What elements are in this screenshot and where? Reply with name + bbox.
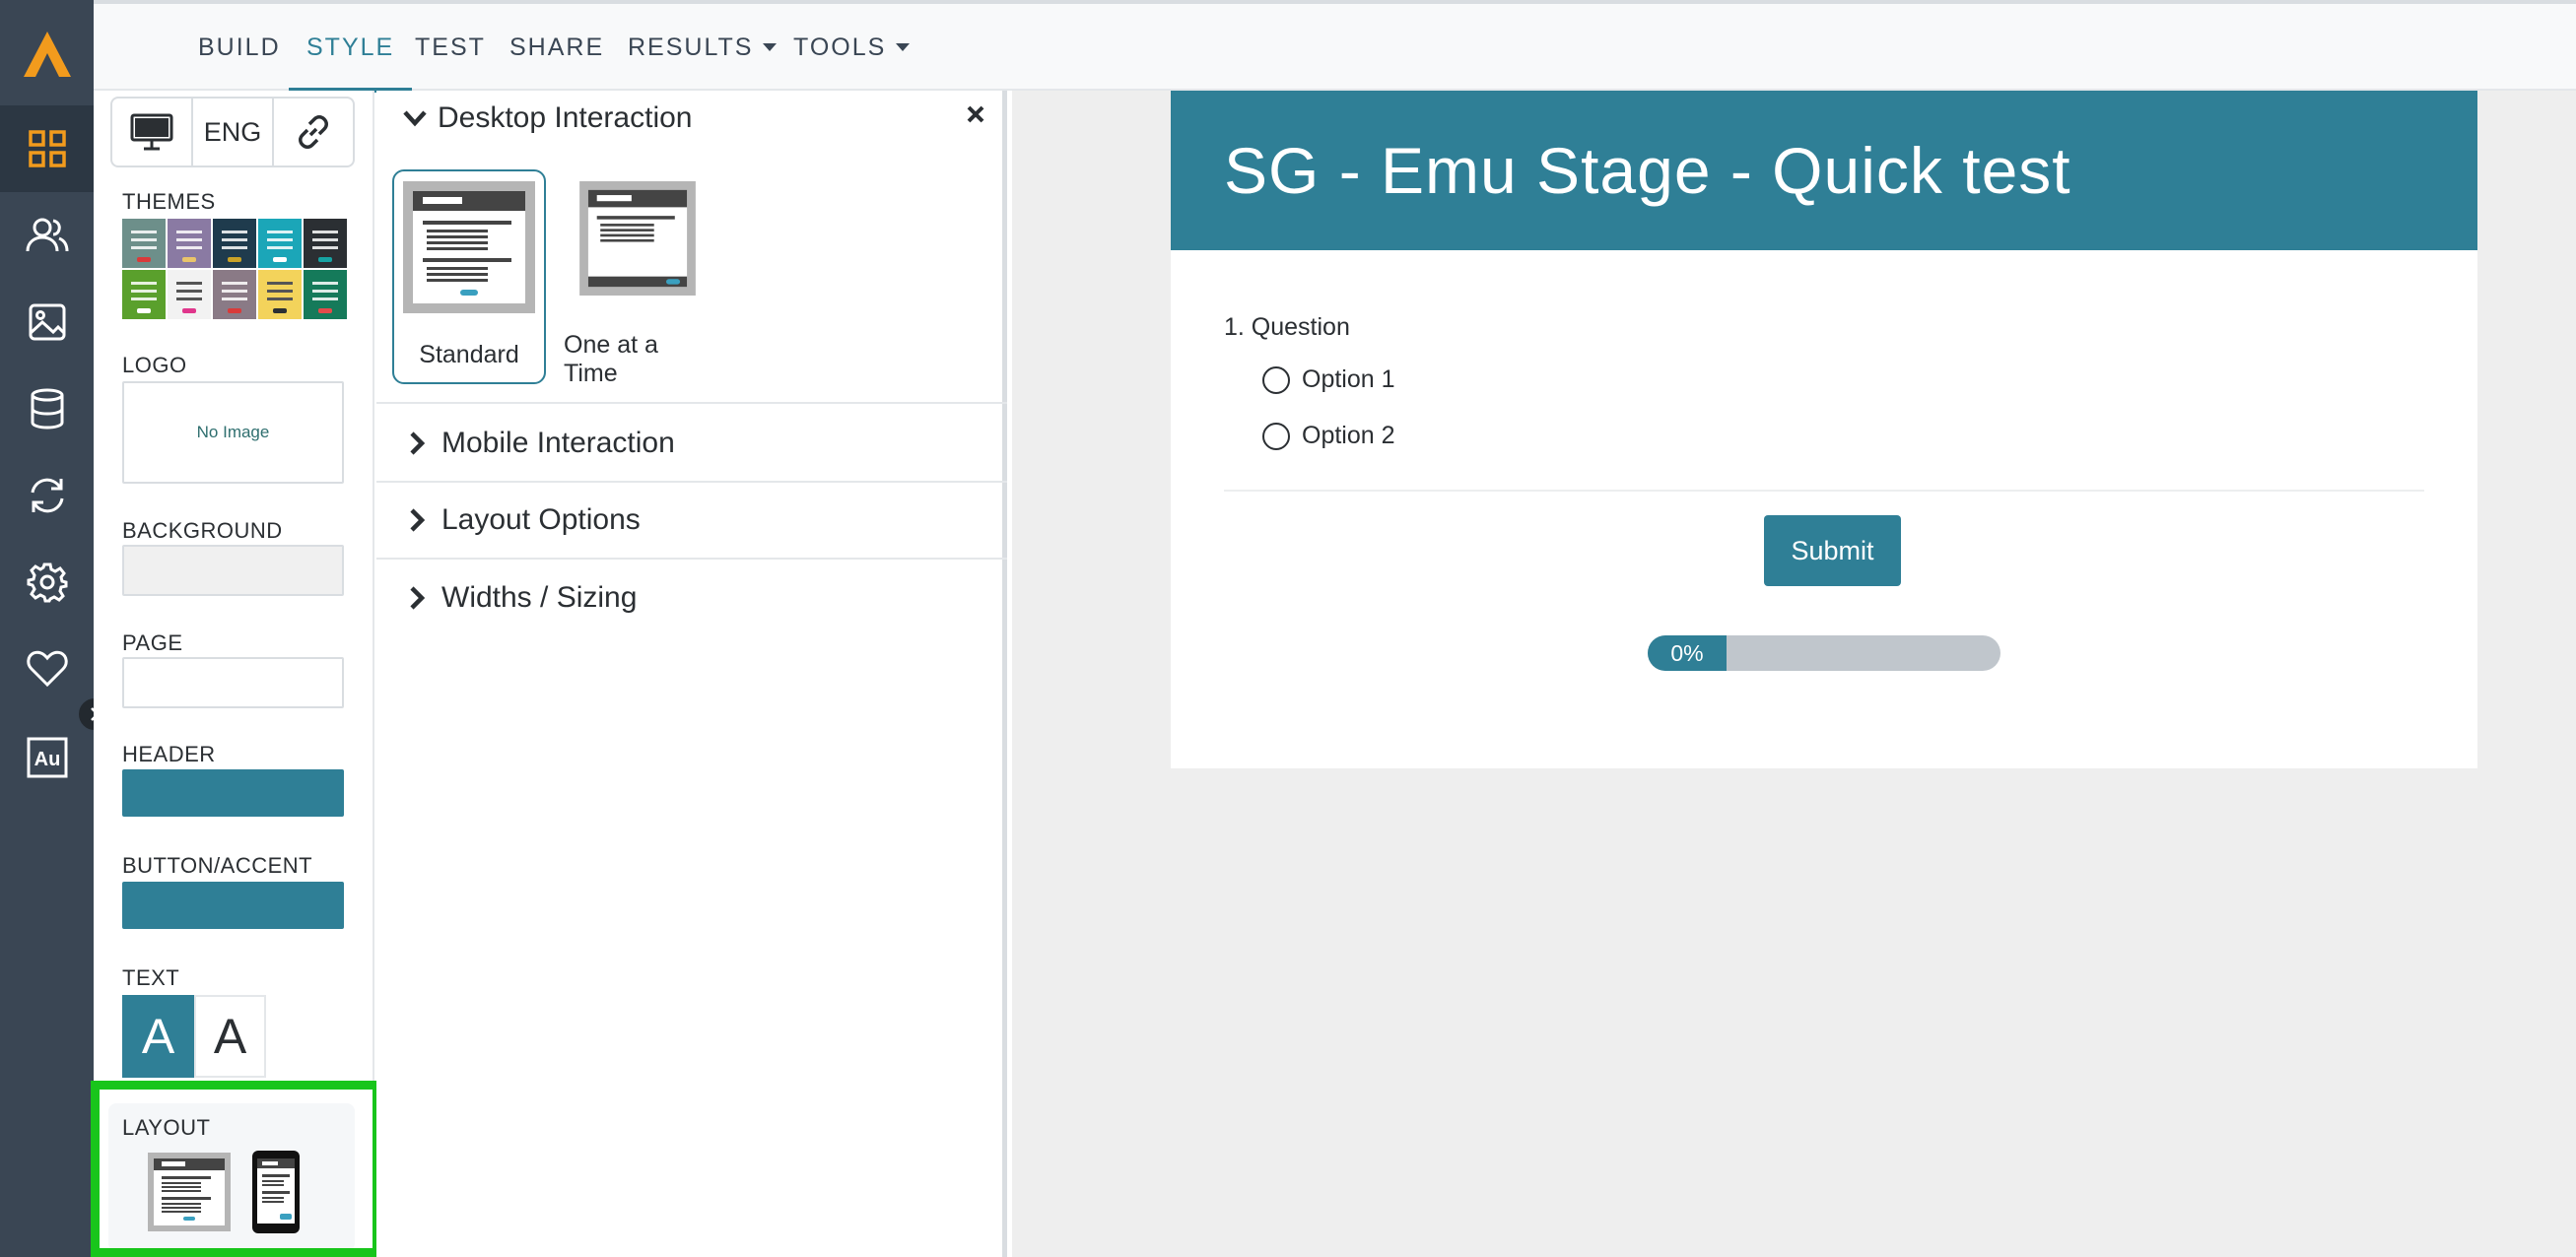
mobile-interaction-title: Mobile Interaction (441, 427, 675, 459)
desktop-interaction-header[interactable]: Desktop Interaction (402, 97, 692, 140)
desktop-interaction-title: Desktop Interaction (438, 101, 693, 134)
chevron-down-icon (403, 110, 427, 127)
heart-icon[interactable] (0, 626, 94, 712)
layout-options-header[interactable]: Layout Options (376, 483, 1007, 560)
page-label: PAGE (122, 630, 183, 655)
submit-label: Submit (1791, 535, 1874, 565)
tab-style-label: STYLE (306, 33, 395, 61)
tab-test-label: TEST (415, 33, 486, 61)
one-at-a-time-layout-option[interactable]: One at a Time (564, 181, 712, 388)
language-label: ENG (203, 116, 262, 147)
view-toggle-group: ENG (110, 97, 355, 167)
option-label: Option 2 (1302, 422, 1395, 449)
widths-sizing-title: Widths / Sizing (441, 581, 638, 614)
theme-swatch[interactable] (168, 219, 211, 268)
link-button[interactable] (274, 99, 353, 165)
chevron-right-icon (410, 431, 426, 455)
desktop-view-button[interactable] (112, 99, 193, 165)
text-dark-glyph: A (141, 1009, 175, 1064)
brand-logo-icon[interactable] (0, 0, 94, 108)
au-icon-text: Au (34, 749, 60, 770)
tab-results[interactable]: RESULTS (628, 4, 778, 91)
themes-grid[interactable] (122, 219, 347, 319)
mobile-interaction-header[interactable]: Mobile Interaction (376, 406, 1007, 483)
page-color-swatch[interactable] (122, 657, 344, 708)
survey-header: SG - Emu Stage - Quick test (1171, 91, 2477, 250)
language-button[interactable]: ENG (193, 99, 274, 165)
one-at-a-time-label: One at a Time (564, 331, 658, 387)
theme-swatch[interactable] (258, 219, 302, 268)
standard-layout-thumbnail (403, 181, 535, 313)
standard-layout-option[interactable]: Standard (392, 169, 546, 384)
chevron-right-icon (410, 586, 426, 610)
caret-down-icon (896, 43, 911, 51)
option-row[interactable]: Option 2 (1262, 422, 1395, 450)
survey-title: SG - Emu Stage - Quick test (1224, 134, 2071, 207)
sync-icon[interactable] (0, 452, 94, 539)
au-icon[interactable]: Au (0, 714, 94, 801)
theme-swatch[interactable] (304, 270, 347, 319)
desktop-interaction-section: Desktop Interaction Standard One at a Ti… (376, 91, 1007, 404)
button-accent-color-swatch[interactable] (122, 882, 344, 929)
image-icon[interactable] (0, 279, 94, 365)
option-label: Option 1 (1302, 365, 1395, 393)
tab-style[interactable]: STYLE (289, 4, 413, 93)
divider (1224, 490, 2424, 492)
tab-test[interactable]: TEST (415, 4, 486, 91)
background-color-swatch[interactable] (122, 545, 344, 596)
theme-swatch[interactable] (122, 219, 166, 268)
layout-options-title: Layout Options (441, 503, 641, 536)
radio-button[interactable] (1262, 422, 1290, 450)
layout-highlight-box (91, 1081, 381, 1257)
no-image-text: No Image (196, 423, 270, 441)
button-accent-label: BUTTON/ACCENT (122, 853, 313, 878)
tab-build-label: BUILD (198, 33, 281, 61)
progress-fill: 0% (1648, 635, 1727, 671)
left-rail: Au (0, 0, 112, 1257)
theme-swatch[interactable] (258, 270, 302, 319)
caret-down-icon (763, 43, 778, 51)
background-label: BACKGROUND (122, 518, 283, 543)
standard-label: Standard (419, 341, 519, 368)
tab-build[interactable]: BUILD (198, 4, 281, 91)
logo-label: LOGO (122, 353, 187, 377)
text-dark-button[interactable]: A (122, 995, 194, 1078)
text-light-button[interactable]: A (194, 995, 266, 1078)
close-icon[interactable] (966, 104, 985, 129)
theme-swatch[interactable] (304, 219, 347, 268)
option-row[interactable]: Option 1 (1262, 365, 1395, 394)
theme-swatch[interactable] (213, 270, 256, 319)
gear-icon[interactable] (0, 539, 94, 626)
link-icon (299, 115, 328, 149)
grid-icon[interactable] (0, 105, 94, 192)
monitor-icon (130, 113, 173, 151)
tab-share[interactable]: SHARE (509, 4, 604, 91)
chevron-right-icon (410, 508, 426, 532)
widths-sizing-header[interactable]: Widths / Sizing (376, 560, 1007, 636)
users-icon[interactable] (0, 192, 94, 279)
tab-tools[interactable]: TOOLS (793, 4, 911, 91)
themes-label: THEMES (122, 189, 216, 214)
progress-text: 0% (1670, 639, 1704, 666)
text-label: TEXT (122, 965, 180, 990)
database-icon[interactable] (0, 365, 94, 452)
logo-upload[interactable]: No Image (122, 381, 344, 484)
tab-results-label: RESULTS (628, 33, 754, 61)
theme-swatch[interactable] (213, 219, 256, 268)
header-label: HEADER (122, 742, 216, 766)
one-at-a-time-thumbnail (579, 181, 696, 296)
progress-bar: 0% (1648, 635, 2000, 671)
text-light-glyph: A (213, 1009, 247, 1064)
tab-share-label: SHARE (509, 33, 605, 61)
theme-swatch[interactable] (168, 270, 211, 319)
theme-swatch[interactable] (122, 270, 166, 319)
submit-button[interactable]: Submit (1764, 515, 1901, 586)
top-nav: BUILD STYLE TEST SHARE RESULTS TOOLS (94, 0, 2576, 93)
tab-tools-label: TOOLS (793, 33, 887, 61)
radio-button[interactable] (1262, 365, 1290, 394)
question-text: 1. Question (1224, 313, 1350, 341)
header-color-swatch[interactable] (122, 769, 344, 817)
